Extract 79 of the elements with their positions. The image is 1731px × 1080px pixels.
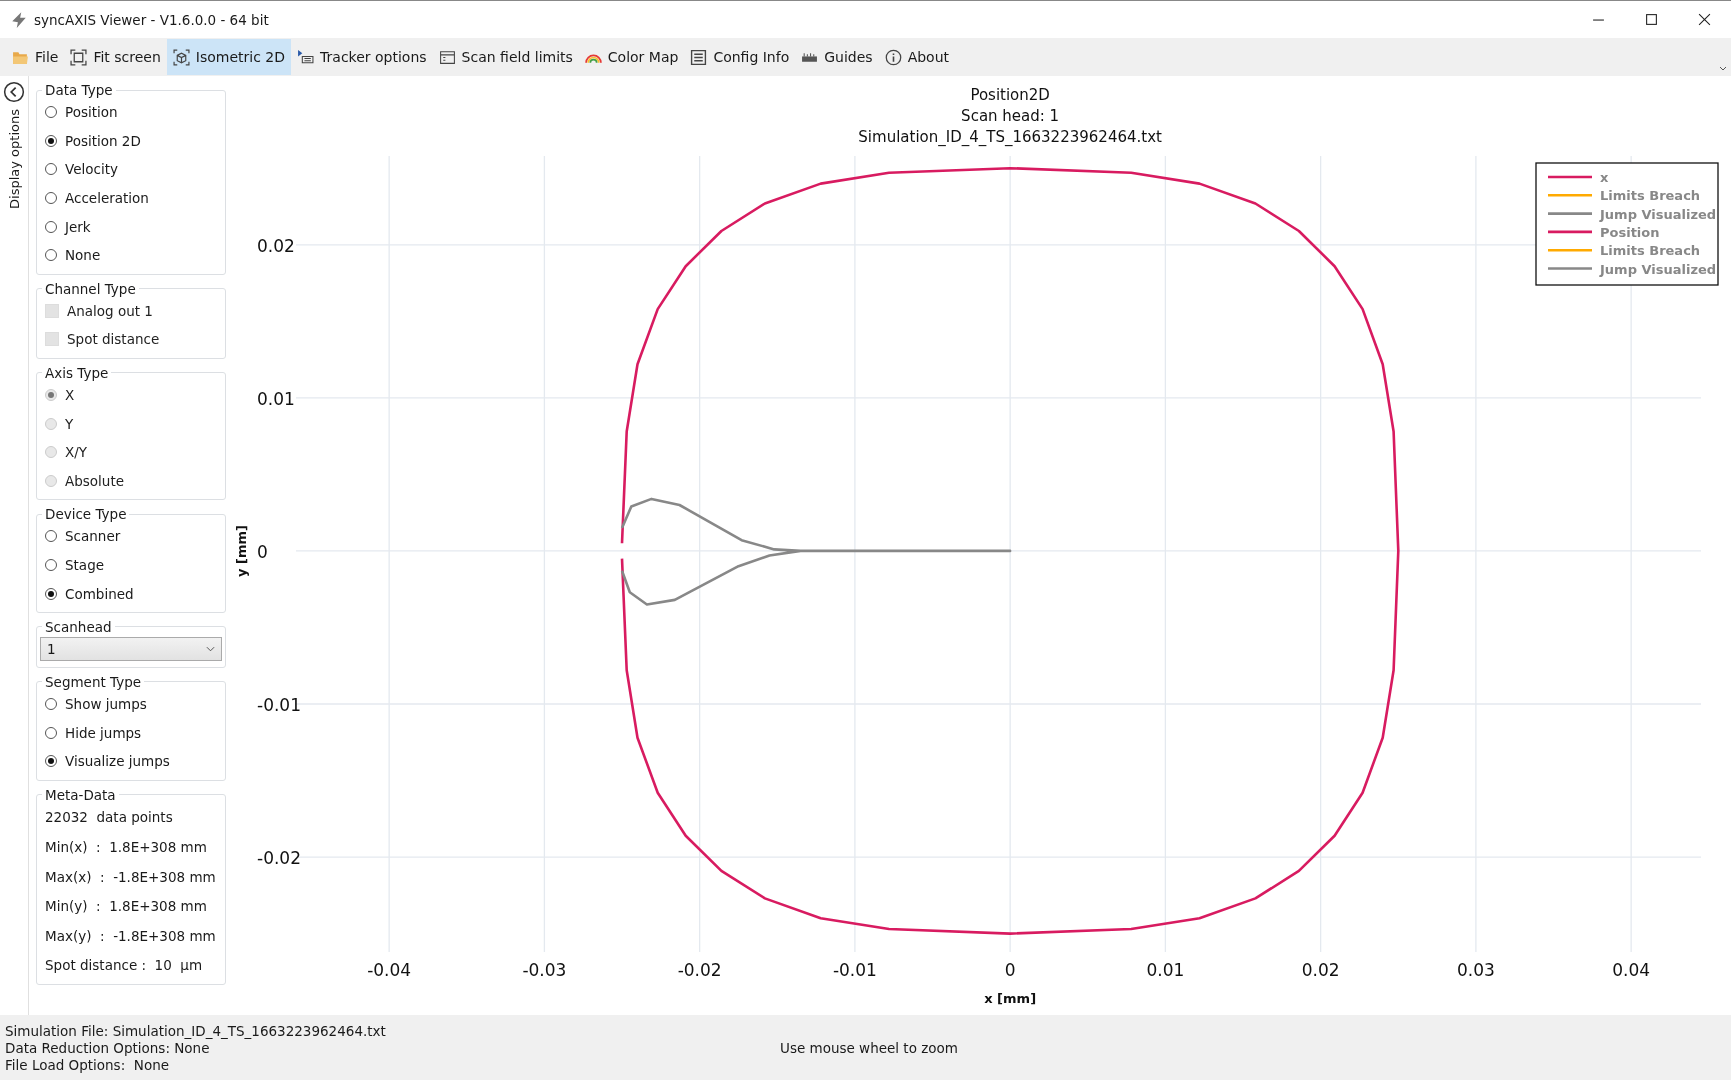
close-icon[interactable]: [1698, 13, 1711, 26]
toolbar-button[interactable]: Scan field limits: [432, 39, 579, 75]
group-title: Axis Type: [44, 364, 110, 381]
chart-title: Scan head: 1: [961, 107, 1060, 125]
scanhead-dropdown[interactable]: 1: [40, 636, 222, 661]
status-text: Simulation File: Simulation_ID_4_TS_1663223962464.txt: [5, 1022, 386, 1039]
dropdown-value: 1: [47, 640, 56, 657]
toolbar-button[interactable]: Isometric 2D: [166, 39, 292, 75]
tick-label: 0.02: [257, 235, 295, 256]
toolbar-button[interactable]: Color Map: [578, 39, 685, 75]
group-title: Data Type: [44, 82, 114, 98]
radio-option[interactable]: Acceleration: [45, 183, 219, 213]
tick-label: -0.04: [367, 960, 412, 980]
tick-label: 0.01: [257, 388, 295, 409]
radio-option[interactable]: Jerk: [45, 212, 219, 241]
display-options-tab[interactable]: Display options: [6, 109, 22, 209]
legend-label: Jump Visualized: [1600, 206, 1717, 222]
radio-option[interactable]: None: [45, 240, 219, 270]
tick-label: -0.02: [677, 960, 722, 980]
tick-label: -0.02: [257, 848, 301, 869]
toolbar-button[interactable]: Fit screen: [64, 39, 167, 75]
legend-label: Jump Visualized: [1600, 261, 1717, 277]
toolbar-button[interactable]: File: [6, 39, 65, 75]
axis-label: y [mm]: [234, 524, 249, 577]
group-title: Channel Type: [44, 280, 137, 297]
radio-option[interactable]: Scanner: [45, 522, 219, 551]
collapse-icon[interactable]: [3, 81, 25, 103]
tick-label: 0.03: [1456, 960, 1495, 980]
overflow-icon[interactable]: [1719, 64, 1727, 72]
radio-option[interactable]: Velocity: [45, 155, 219, 184]
maximize-icon[interactable]: [1645, 13, 1658, 26]
tick-label: 0.01: [1146, 960, 1185, 980]
window-title: syncAXIS Viewer - V1.6.0.0 - 64 bit: [34, 11, 269, 28]
tick-label: -0.03: [522, 960, 567, 980]
group-title: Scanhead: [44, 618, 113, 635]
list-icon: [690, 48, 708, 66]
info-icon: [884, 48, 902, 66]
chart-title: Position2D: [970, 86, 1050, 104]
tick-label: 0: [257, 541, 268, 562]
status-hint: Use mouse wheel to zoom: [780, 1040, 958, 1056]
tick-label: -0.01: [832, 960, 877, 980]
meta-data-line: Max(y) : -1.8E+308 mm: [45, 926, 217, 946]
group-title: Meta-Data: [44, 786, 117, 803]
app-logo-icon: [10, 10, 28, 29]
fit-screen-icon: [70, 48, 88, 66]
status-text: File Load Options: None: [5, 1056, 170, 1073]
window-icon: [438, 48, 456, 66]
radio-option[interactable]: Combined: [45, 579, 219, 608]
radio-option[interactable]: Hide jumps: [45, 718, 219, 748]
toolbar-button[interactable]: Config Info: [684, 39, 796, 75]
axis-label: x [mm]: [984, 991, 1037, 1006]
radio-option[interactable]: Stage: [45, 550, 219, 580]
group-title: Segment Type: [44, 673, 143, 690]
legend-label: x: [1600, 170, 1609, 185]
group-title: Device Type: [44, 506, 128, 523]
tracker-icon: [297, 48, 315, 66]
chevron-down-icon: [206, 645, 215, 652]
tick-label: 0.02: [1301, 960, 1340, 980]
meta-data-line: Min(x) : 1.8E+308 mm: [45, 838, 208, 858]
chart-title: Simulation_ID_4_TS_1663223962464.txt: [858, 128, 1162, 146]
radio-option[interactable]: Show jumps: [45, 689, 219, 719]
meta-data-line: 22032 data points: [45, 808, 174, 828]
radio-option[interactable]: Visualize jumps: [45, 747, 219, 776]
status-text: Data Reduction Options: None: [5, 1039, 211, 1056]
radio-option[interactable]: Position: [45, 98, 219, 127]
legend-label: Position: [1600, 224, 1660, 240]
tick-label: -0.01: [257, 695, 301, 715]
meta-data-line: Min(y) : 1.8E+308 mm: [45, 897, 208, 917]
meta-data-line: Max(x) : -1.8E+308 mm: [45, 867, 217, 887]
toolbar-button[interactable]: Guides: [795, 39, 879, 75]
toolbar-button[interactable]: Tracker options: [291, 39, 433, 75]
legend-label: Limits Breach: [1600, 243, 1701, 259]
isometric-icon: [172, 48, 190, 66]
legend-label: Limits Breach: [1600, 188, 1701, 204]
meta-data-line: Spot distance : 10 µm: [45, 956, 204, 976]
tick-label: 0.04: [1612, 960, 1651, 980]
tick-label: 0: [1004, 960, 1016, 980]
radio-option[interactable]: Position 2D: [45, 126, 219, 156]
toolbar-button[interactable]: About: [878, 39, 956, 75]
